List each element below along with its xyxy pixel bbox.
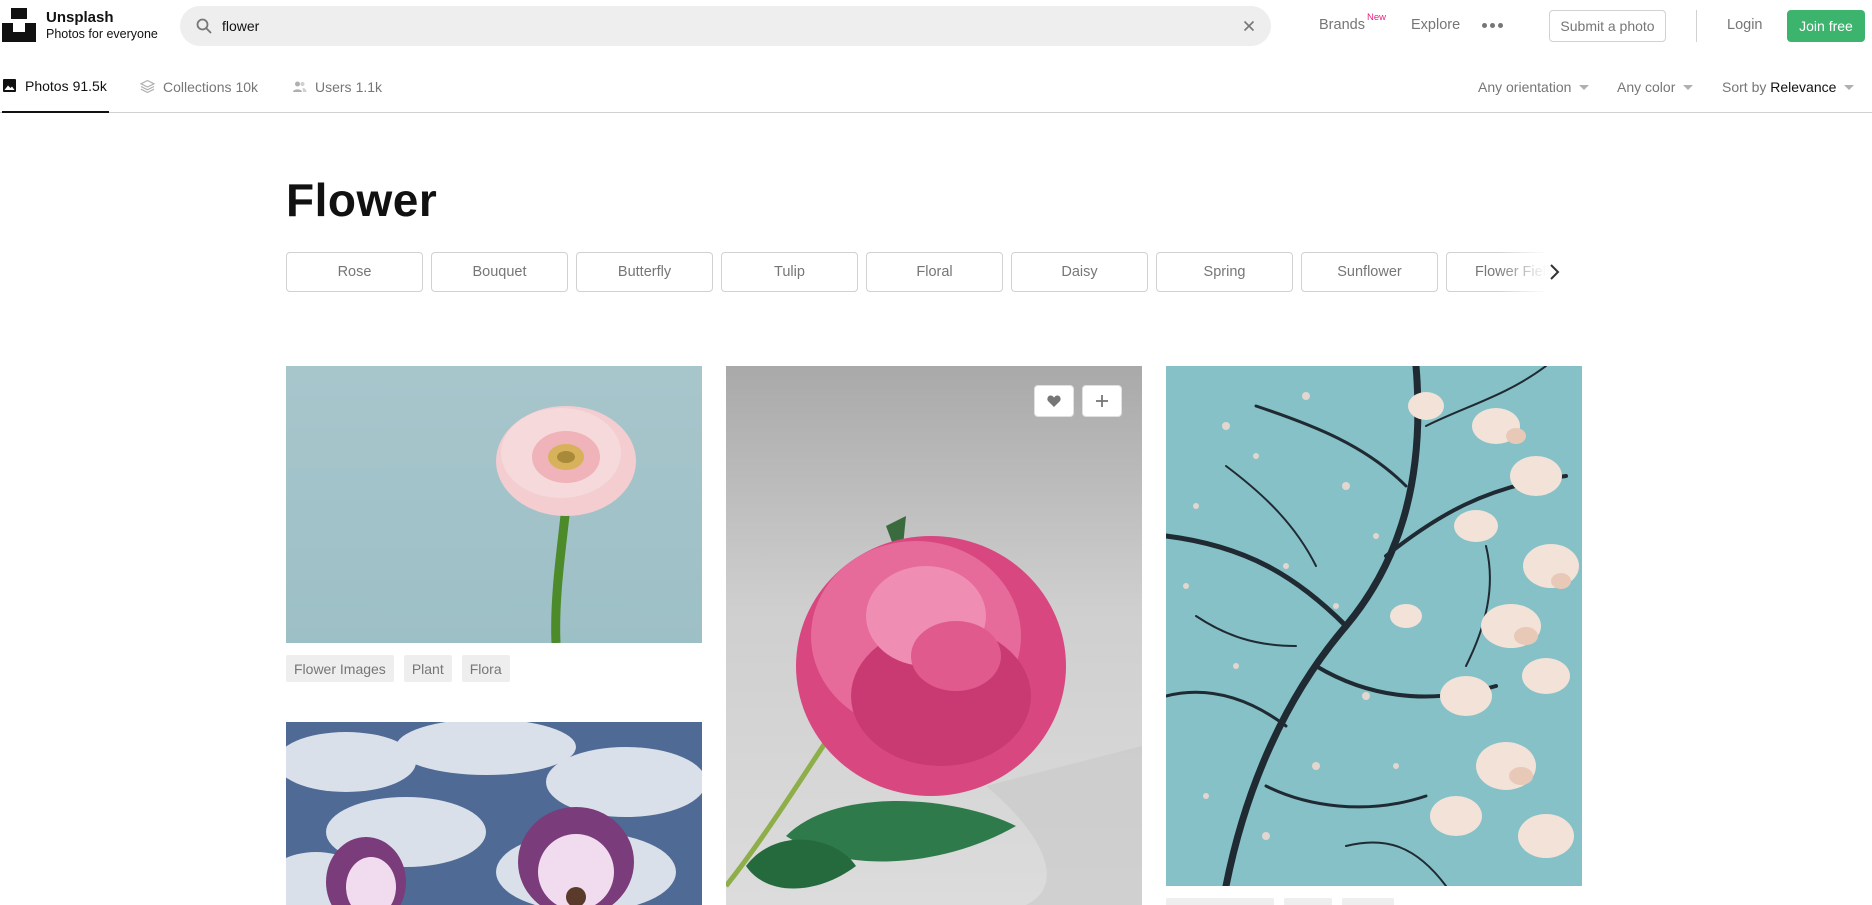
- close-icon[interactable]: [1241, 18, 1257, 34]
- photo-cosmos[interactable]: [286, 722, 702, 905]
- unsplash-logo-icon[interactable]: [2, 8, 36, 42]
- tag-placeholder: [1284, 898, 1332, 905]
- tag-placeholder: [1342, 898, 1394, 905]
- related-chip-rose[interactable]: Rose: [286, 252, 423, 292]
- related-chip-butterfly[interactable]: Butterfly: [576, 252, 713, 292]
- brand-block[interactable]: Unsplash Photos for everyone: [46, 9, 158, 42]
- magnolia-image: [1166, 366, 1582, 886]
- photo-tags: Flower Images Plant Flora: [286, 655, 510, 682]
- tab-users[interactable]: Users 1.1k: [292, 60, 382, 113]
- explore-link[interactable]: Explore: [1411, 17, 1460, 33]
- results-tabs-bar: Photos 91.5k Collections 10k Users 1.1k …: [0, 60, 1872, 113]
- photo-tags-partial: [1166, 898, 1394, 905]
- tab-photos-count: 91.5k: [72, 77, 107, 94]
- tab-users-count: 1.1k: [355, 78, 383, 95]
- cosmos-image: [286, 722, 702, 905]
- orientation-filter-label: Any orientation: [1478, 79, 1572, 95]
- tag-flora[interactable]: Flora: [461, 655, 510, 682]
- join-free-button[interactable]: Join free: [1787, 10, 1865, 42]
- search-input[interactable]: [222, 6, 1202, 46]
- tab-photos-label: Photos: [25, 77, 69, 94]
- photo-peony[interactable]: [726, 366, 1142, 905]
- related-chip-spring[interactable]: Spring: [1156, 252, 1293, 292]
- search-icon[interactable]: [196, 18, 212, 34]
- top-header: Unsplash Photos for everyone Brands New …: [0, 0, 1872, 52]
- more-horizontal-icon[interactable]: [1482, 23, 1504, 29]
- tab-collections[interactable]: Collections 10k: [140, 60, 258, 113]
- heart-icon: [1047, 395, 1061, 407]
- color-filter[interactable]: Any color: [1617, 79, 1694, 95]
- users-icon: [293, 81, 307, 92]
- photo-magnolia[interactable]: [1166, 366, 1582, 886]
- related-chip-sunflower[interactable]: Sunflower: [1301, 252, 1438, 292]
- layers-icon: [140, 79, 155, 94]
- sort-prefix: Sort by: [1722, 79, 1767, 95]
- gerbera-image: [496, 406, 636, 643]
- chevron-right-icon[interactable]: [1546, 262, 1562, 282]
- color-filter-label: Any color: [1617, 79, 1676, 95]
- photo-actions: [1034, 385, 1122, 417]
- new-badge: New: [1367, 12, 1387, 23]
- tab-photos[interactable]: Photos 91.5k: [2, 60, 109, 113]
- sort-value: Relevance: [1770, 79, 1837, 95]
- chevron-down-icon: [1579, 84, 1590, 90]
- login-link[interactable]: Login: [1727, 17, 1762, 33]
- photo-gerbera[interactable]: [286, 366, 702, 643]
- orientation-filter[interactable]: Any orientation: [1478, 79, 1590, 95]
- tab-collections-label: Collections: [163, 78, 232, 95]
- tag-plant[interactable]: Plant: [403, 655, 452, 682]
- submit-photo-button[interactable]: Submit a photo: [1549, 10, 1666, 42]
- brands-link[interactable]: Brands: [1319, 17, 1365, 33]
- like-button[interactable]: [1034, 385, 1074, 417]
- related-searches: Rose Bouquet Butterfly Tulip Floral Dais…: [286, 252, 1564, 294]
- related-chip-bouquet[interactable]: Bouquet: [431, 252, 568, 292]
- search-bar: [180, 6, 1271, 46]
- brand-tagline: Photos for everyone: [46, 27, 158, 41]
- tab-collections-count: 10k: [235, 78, 259, 95]
- related-chip-daisy[interactable]: Daisy: [1011, 252, 1148, 292]
- tag-placeholder: [1166, 898, 1274, 905]
- image-icon: [3, 79, 16, 92]
- tag-flower-images[interactable]: Flower Images: [286, 655, 394, 682]
- brand-name: Unsplash: [46, 9, 114, 26]
- plus-icon: [1096, 395, 1108, 407]
- related-chip-tulip[interactable]: Tulip: [721, 252, 858, 292]
- sort-filter[interactable]: Sort by Relevance: [1722, 79, 1855, 95]
- related-chip-floral[interactable]: Floral: [866, 252, 1003, 292]
- add-to-collection-button[interactable]: [1082, 385, 1122, 417]
- sort-filter-label: Sort by Relevance: [1722, 79, 1836, 95]
- chevron-down-icon: [1844, 84, 1855, 90]
- page-title: Flower: [286, 174, 438, 226]
- tab-users-label: Users: [315, 78, 352, 95]
- chevron-down-icon: [1683, 84, 1694, 90]
- peony-image: [726, 516, 1142, 905]
- header-divider: [1696, 10, 1697, 42]
